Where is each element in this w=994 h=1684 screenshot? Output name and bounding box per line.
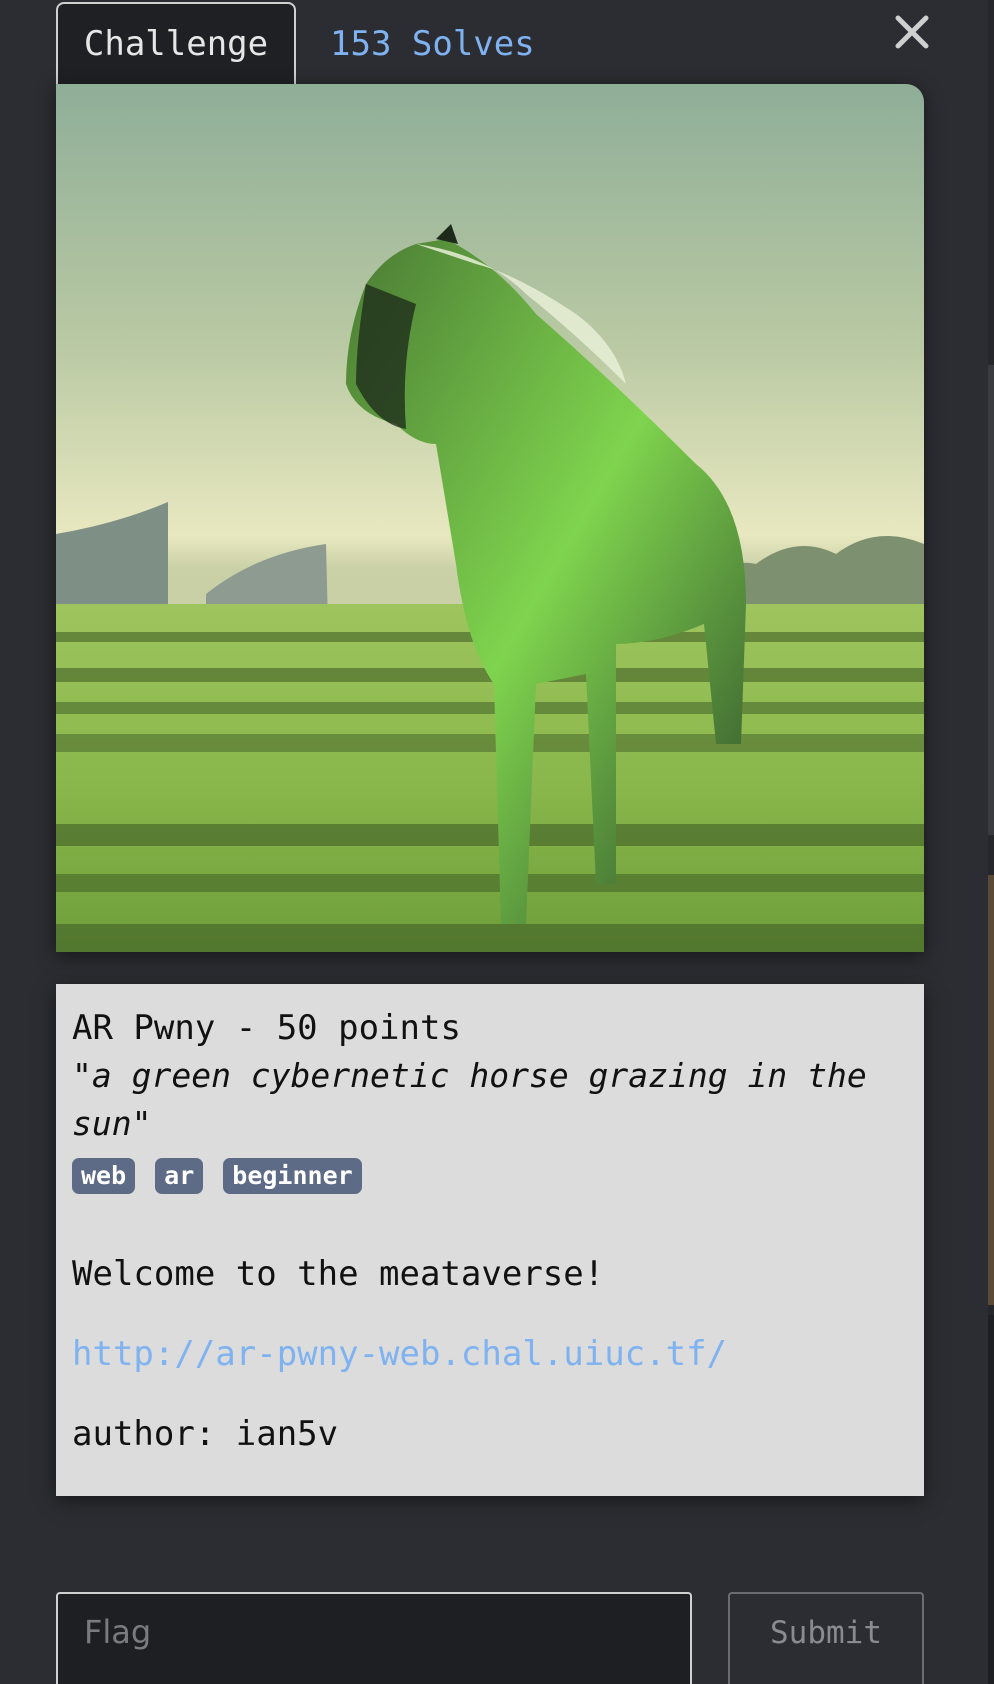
horse-image	[56, 84, 924, 952]
tab-solves[interactable]: 153 Solves	[330, 14, 535, 74]
challenge-title: AR Pwny - 50 points	[72, 1008, 461, 1048]
tag-list: web ar beginner	[72, 1158, 908, 1194]
close-icon[interactable]	[892, 12, 932, 52]
challenge-quote: "a green cybernetic horse grazing in the…	[72, 1056, 867, 1143]
submit-button[interactable]: Submit	[728, 1592, 924, 1684]
challenge-link[interactable]: http://ar-pwny-web.chal.uiuc.tf/	[72, 1330, 908, 1378]
tag-web: web	[72, 1158, 136, 1194]
tag-beginner: beginner	[223, 1158, 362, 1194]
challenge-description: Welcome to the meataverse!	[72, 1254, 605, 1294]
challenge-image	[56, 84, 924, 952]
flag-input[interactable]	[56, 1592, 692, 1684]
tab-challenge[interactable]: Challenge	[56, 2, 296, 84]
background-page-edge	[988, 0, 994, 1684]
challenge-author: author: ian5v	[72, 1414, 339, 1454]
challenge-modal: Challenge 153 Solves AR Pwny - 50 points…	[0, 0, 994, 1684]
challenge-info-card: AR Pwny - 50 points "a green cybernetic …	[56, 984, 924, 1496]
tag-ar: ar	[155, 1158, 204, 1194]
